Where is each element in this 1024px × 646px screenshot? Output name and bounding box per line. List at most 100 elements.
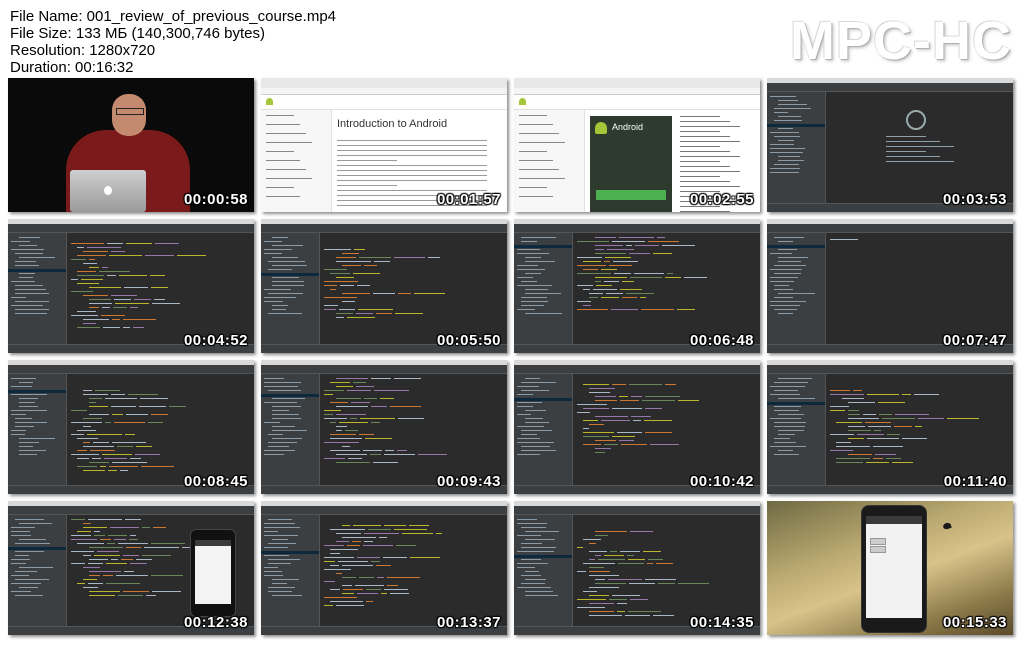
project-tree-item [11,249,44,250]
code-line [595,583,626,584]
code-line [83,251,108,252]
sidebar-link[interactable] [266,133,306,134]
project-tree-item [272,583,287,584]
tree-selection [261,273,319,276]
code-line [656,563,673,564]
project-tree-item [19,539,46,540]
thumbnail-timestamp: 00:01:57 [436,191,501,208]
code-line [589,603,614,604]
address-bar[interactable] [514,88,760,95]
duration: Duration: 00:16:32 [10,59,134,76]
code-line [330,382,350,383]
sidebar-link[interactable] [266,151,294,152]
code-line [357,285,370,286]
project-tree-item [272,430,307,431]
tree-selection [767,402,825,405]
code-line [595,249,604,250]
project-tree-item [517,394,533,395]
code-line [918,418,944,419]
project-tree-item [517,277,533,278]
sidebar-link[interactable] [519,133,559,134]
code-line [94,531,100,532]
code-line [324,309,336,310]
sidebar-link[interactable] [266,160,300,161]
video-thumbnail: 00:03:53 [767,78,1013,212]
sidebar-link[interactable] [519,142,565,143]
paragraph-line [337,170,487,171]
sidebar-link[interactable] [519,178,565,179]
code-line [105,422,111,423]
code-line [589,297,598,298]
app-button[interactable] [870,546,886,553]
project-tree-item [264,575,283,576]
project-tree-item [264,571,282,572]
code-line [609,265,632,266]
code-line [577,309,608,310]
code-line [830,434,854,435]
project-tree-item [19,587,38,588]
project-tree-item [517,587,551,588]
code-line [347,390,371,391]
sidebar-link[interactable] [266,142,312,143]
sidebar-link[interactable] [519,160,553,161]
code-line [94,555,120,556]
sidebar-link[interactable] [519,151,547,152]
project-tree-item [521,241,537,242]
code-line [607,249,634,250]
code-line [146,595,156,596]
sidebar-link[interactable] [519,196,553,197]
download-button[interactable] [596,190,666,200]
code-line [598,559,625,560]
sidebar-link[interactable] [266,196,300,197]
code-line [387,585,398,586]
project-tree-item [778,249,797,250]
code-line [409,525,429,526]
project-tree-item [19,273,35,274]
code-line [107,543,115,544]
code-line [136,559,152,560]
code-line [617,432,642,433]
project-tree-item [770,152,803,153]
project-tree-item [770,148,805,149]
project-tree-item [517,454,540,455]
sidebar-link[interactable] [266,124,300,125]
code-line [619,237,654,238]
project-tree-item [264,531,278,532]
paragraph-line [337,140,487,141]
code-line [102,267,108,268]
code-line [873,446,903,447]
sidebar-link[interactable] [266,169,306,170]
code-line [595,452,605,453]
project-tree-item [774,237,804,238]
code-line [336,430,342,431]
code-line [83,263,97,264]
project-tree-item [525,579,546,580]
app-button[interactable] [870,538,886,545]
code-line [384,589,408,590]
project-tree-item [517,426,544,427]
code-line [83,418,102,419]
code-line [77,275,104,276]
thumbnail-timestamp: 00:04:52 [183,332,248,349]
project-tree-item [774,265,806,266]
sidebar-link[interactable] [266,187,294,188]
code-line [627,555,634,556]
sidebar-link[interactable] [266,115,294,116]
video-thumbnail: 00:05:50 [261,219,507,353]
code-line [83,319,109,320]
project-tree-item [521,382,556,383]
code-line [111,251,125,252]
sidebar-link[interactable] [266,178,312,179]
project-tree-item [525,571,539,572]
sidebar-link[interactable] [519,115,547,116]
project-tree-item [19,450,46,451]
code-line [107,243,123,244]
sidebar-link[interactable] [519,124,553,125]
code-line [83,523,91,524]
sidebar-link[interactable] [519,169,559,170]
video-thumbnail: 00:10:42 [514,360,760,494]
code-line [873,458,883,459]
address-bar[interactable] [261,88,507,95]
code-line [330,553,340,554]
sidebar-link[interactable] [519,187,547,188]
